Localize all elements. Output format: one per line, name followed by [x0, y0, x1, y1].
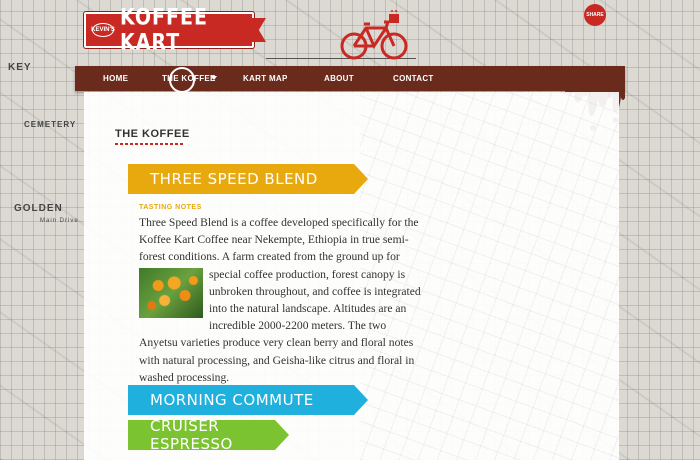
nav-item-contact[interactable]: CONTACT	[393, 74, 434, 83]
logo-name: KOFFEE KART	[120, 4, 208, 56]
coffee-name: THREE SPEED BLEND	[150, 170, 318, 188]
title-underline	[115, 143, 183, 145]
map-label: Main Drive	[40, 218, 79, 224]
coffee-cherries-photo	[139, 267, 203, 318]
share-button[interactable]: SHARE	[584, 4, 606, 26]
coffee-name: MORNING COMMUTE	[150, 391, 314, 409]
map-label: KEY	[8, 62, 32, 73]
coffee-description: Three Speed Blend is a coffee developed …	[139, 214, 424, 386]
nav-item-kart-map[interactable]: KART MAP	[243, 74, 288, 83]
page-title: THE KOFFEE	[115, 128, 190, 140]
bicycle-icon	[340, 10, 408, 60]
coffee-name: CRUISER ESPRESSO	[150, 417, 233, 453]
nav-item-about[interactable]: ABOUT	[324, 74, 354, 83]
main-nav: HOME THE KOFFEE KART MAP ABOUT CONTACT	[75, 66, 625, 91]
coffee-heading-three-speed-blend[interactable]: THREE SPEED BLEND	[110, 164, 368, 199]
logo-prefix: KEVIN'S	[91, 23, 115, 37]
site-logo[interactable]: KEVIN'S KOFFEE KART	[84, 5, 254, 55]
map-label: CEMETERY	[24, 120, 77, 129]
map-label: GOLDEN	[14, 203, 63, 214]
chevron-down-icon[interactable]	[211, 76, 217, 80]
coffee-heading-morning-commute[interactable]: MORNING COMMUTE	[110, 385, 368, 420]
coffee-heading-cruiser-espresso[interactable]: CRUISER ESPRESSO	[110, 417, 289, 455]
tasting-notes-label: TASTING NOTES	[139, 204, 202, 211]
nav-active-indicator	[169, 67, 195, 93]
nav-item-home[interactable]: HOME	[103, 74, 128, 83]
